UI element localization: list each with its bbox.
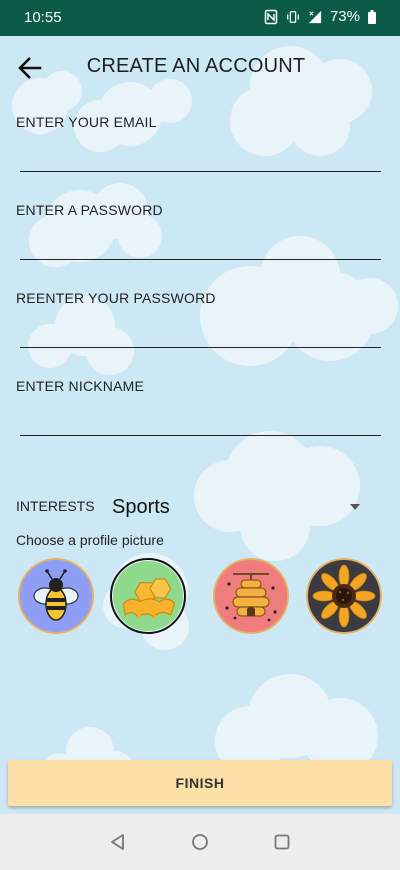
interests-row: INTERESTS Sports: [16, 496, 368, 528]
create-account-screen: CREATE AN ACCOUNT ENTER YOUR EMAIL ENTER…: [0, 36, 400, 814]
email-input[interactable]: [20, 142, 381, 172]
system-nav-bar: [0, 814, 400, 870]
finish-button[interactable]: FINISH: [8, 760, 392, 806]
avatar-option-sunflower[interactable]: [306, 558, 382, 634]
profile-picture-label: Choose a profile picture: [16, 532, 164, 548]
password-field-group: ENTER A PASSWORD: [16, 202, 384, 260]
sunflower-icon: [306, 558, 382, 634]
password-input[interactable]: [20, 230, 381, 260]
interests-dropdown[interactable]: Sports: [112, 492, 368, 522]
reenter-password-field-group: REENTER YOUR PASSWORD: [16, 290, 384, 348]
battery-percent: 73%: [329, 8, 360, 25]
battery-icon: [368, 9, 376, 24]
status-time: 10:55: [24, 9, 62, 26]
bee-icon: [18, 558, 94, 634]
nickname-field-group: ENTER NICKNAME: [16, 378, 384, 436]
dropdown-arrow-icon: [350, 504, 360, 510]
interests-selected-value: Sports: [112, 496, 170, 518]
home-circle-icon[interactable]: [190, 832, 210, 852]
avatar-option-beehive[interactable]: [213, 558, 289, 634]
avatar-option-honeycomb[interactable]: [110, 558, 186, 634]
signal-icon: [308, 10, 322, 23]
honeycomb-icon: [112, 560, 184, 632]
status-bar: 10:55 73%: [0, 0, 400, 36]
nickname-label: ENTER NICKNAME: [16, 378, 145, 394]
avatar-option-bee[interactable]: [18, 558, 94, 634]
vibrate-icon: [287, 10, 299, 23]
nickname-input[interactable]: [20, 406, 381, 436]
page-title: CREATE AN ACCOUNT: [86, 55, 306, 77]
reenter-password-label: REENTER YOUR PASSWORD: [16, 290, 216, 306]
recents-square-icon[interactable]: [272, 832, 292, 852]
email-field-group: ENTER YOUR EMAIL: [16, 114, 384, 172]
back-triangle-icon[interactable]: [108, 832, 128, 852]
email-label: ENTER YOUR EMAIL: [16, 114, 157, 130]
interests-label: INTERESTS: [16, 498, 95, 514]
password-label: ENTER A PASSWORD: [16, 202, 163, 218]
beehive-icon: [213, 558, 289, 634]
reenter-password-input[interactable]: [20, 318, 381, 348]
top-bar: CREATE AN ACCOUNT: [0, 36, 400, 96]
nfc-icon: [264, 9, 278, 24]
status-icons: 73%: [264, 8, 376, 25]
